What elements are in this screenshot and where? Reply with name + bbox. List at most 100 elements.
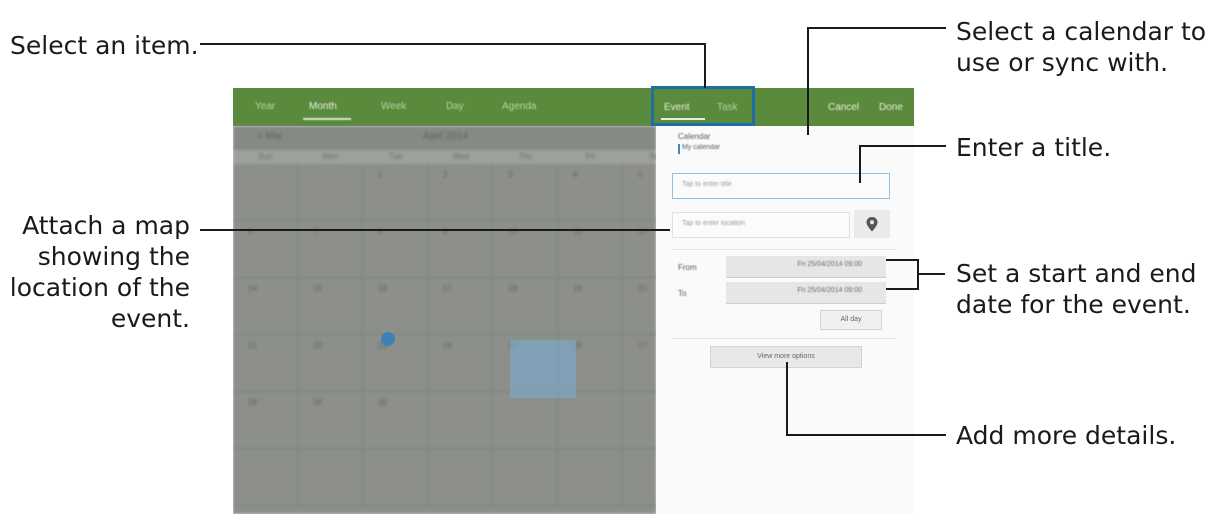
calendar-day-cell[interactable]: 24 <box>428 335 493 392</box>
title-input[interactable]: Tap to enter title <box>672 173 890 199</box>
active-tab-indicator <box>303 118 351 120</box>
calendar-day-cell[interactable]: 4 <box>558 164 623 221</box>
calendar-day-number: 27 <box>638 341 647 350</box>
divider <box>672 249 896 250</box>
calendar-day-cell[interactable]: 30 <box>363 392 428 449</box>
calendar-day-number: 22 <box>313 341 322 350</box>
calendar-day-number: 17 <box>443 284 452 293</box>
calendar-day-number: 3 <box>508 170 513 179</box>
calendar-day-number: 15 <box>313 284 322 293</box>
calendar-day-cell[interactable]: 2 <box>428 164 493 221</box>
weekday-row: Sun Mon Tue Wed Thu Fri Sat <box>233 150 662 164</box>
calendar-day-cell[interactable] <box>298 449 363 506</box>
end-date-button[interactable]: Fri 25/04/2014 09:00 <box>726 282 886 304</box>
calendar-day-number: 20 <box>638 284 647 293</box>
calendar-day-cell[interactable]: 15 <box>298 278 363 335</box>
calendar-day-cell[interactable] <box>233 164 298 221</box>
action-bar: Year Month Week Day Agenda Event Task Ca… <box>233 88 914 126</box>
weekday-label: Sun <box>258 152 273 161</box>
calendar-day-cell[interactable] <box>363 449 428 506</box>
calendar-day-number: 2 <box>443 170 448 179</box>
calendar-day-cell[interactable]: 28 <box>233 392 298 449</box>
callout-attach-map: Attach a map showing the location of the… <box>9 211 190 333</box>
calendar-day-number: 4 <box>573 170 578 179</box>
calendar-selector[interactable]: My calendar <box>682 144 720 151</box>
end-date-value: Fri 25/04/2014 09:00 <box>797 287 862 294</box>
calendar-day-number: 14 <box>248 284 257 293</box>
calendar-day-cell[interactable]: 22 <box>298 335 363 392</box>
calendar-day-cell[interactable] <box>493 449 558 506</box>
calendar-day-cell[interactable] <box>558 449 623 506</box>
calendar-color-marker <box>678 144 680 154</box>
calendar-day-number: 24 <box>443 341 452 350</box>
title-placeholder: Tap to enter title <box>682 181 732 188</box>
calendar-app-screen: Year Month Week Day Agenda Event Task Ca… <box>233 88 914 514</box>
calendar-day-cell[interactable]: 16 <box>363 278 428 335</box>
month-header: < Mar April 2014 <box>233 126 656 150</box>
start-date-value: Fri 25/04/2014 09:00 <box>797 261 862 268</box>
location-input[interactable]: Tap to enter location <box>672 212 850 238</box>
leader-line <box>704 43 706 88</box>
calendar-label: Calendar <box>678 132 711 141</box>
event-task-highlight <box>651 86 755 126</box>
done-button[interactable]: Done <box>879 102 903 113</box>
prev-month-button[interactable]: < Mar <box>257 131 283 142</box>
tab-month[interactable]: Month <box>309 101 337 112</box>
calendar-day-cell[interactable] <box>298 164 363 221</box>
callout-select-calendar: Select a calendar to use or sync with. <box>956 17 1207 77</box>
weekday-label: Wed <box>452 152 469 161</box>
tab-year[interactable]: Year <box>255 101 275 112</box>
month-calendar: < Mar April 2014 Sun Mon Tue Wed Thu Fri… <box>233 126 688 514</box>
calendar-day-cell[interactable]: 17 <box>428 278 493 335</box>
cancel-button[interactable]: Cancel <box>828 102 859 113</box>
callout-select-item: Select an item. <box>10 31 199 60</box>
month-grid: 1234567891011121415161718192021222324252… <box>233 164 688 514</box>
from-label: From <box>678 263 697 272</box>
callout-set-dates: Set a start and end date for the event. <box>956 259 1197 319</box>
month-title: April 2014 <box>423 131 469 142</box>
calendar-day-number: 19 <box>573 284 582 293</box>
leader-line <box>808 27 946 29</box>
today-marker <box>381 332 395 346</box>
calendar-day-cell[interactable]: 21 <box>233 335 298 392</box>
calendar-day-cell[interactable]: 1 <box>363 164 428 221</box>
divider <box>672 338 896 339</box>
calendar-day-number: 18 <box>508 284 517 293</box>
leader-line <box>886 259 918 261</box>
calendar-day-cell[interactable] <box>233 449 298 506</box>
calendar-day-cell[interactable] <box>428 449 493 506</box>
calendar-day-cell[interactable]: 29 <box>298 392 363 449</box>
leader-line <box>200 43 705 45</box>
calendar-day-cell[interactable]: 3 <box>493 164 558 221</box>
weekday-label: Tue <box>388 152 403 161</box>
tab-agenda[interactable]: Agenda <box>502 101 536 112</box>
leader-line <box>860 145 946 147</box>
all-day-toggle[interactable]: All day <box>820 310 882 330</box>
map-button[interactable] <box>854 210 890 238</box>
leader-line <box>886 288 918 290</box>
location-placeholder: Tap to enter location <box>682 220 746 227</box>
callout-add-details: Add more details. <box>956 421 1177 450</box>
calendar-day-cell[interactable] <box>428 392 493 449</box>
calendar-day-number: 1 <box>378 170 383 179</box>
callout-enter-title: Enter a title. <box>956 133 1112 162</box>
calendar-day-number: 28 <box>248 398 257 407</box>
leader-line <box>807 27 809 135</box>
calendar-day-cell[interactable]: 19 <box>558 278 623 335</box>
weekday-label: Fri <box>585 152 596 161</box>
calendar-day-cell[interactable] <box>558 392 623 449</box>
calendar-day-cell[interactable]: 23 <box>363 335 428 392</box>
start-date-button[interactable]: Fri 25/04/2014 09:00 <box>726 256 886 278</box>
tab-week[interactable]: Week <box>381 101 406 112</box>
calendar-day-cell[interactable]: 18 <box>493 278 558 335</box>
calendar-day-cell[interactable]: 14 <box>233 278 298 335</box>
calendar-day-number: 29 <box>313 398 322 407</box>
calendar-day-number: 5 <box>638 170 643 179</box>
calendar-day-number: 16 <box>378 284 387 293</box>
calendar-day-cell[interactable] <box>493 392 558 449</box>
weekday-label: Mon <box>322 152 339 161</box>
leader-line <box>917 273 945 275</box>
tab-day[interactable]: Day <box>446 101 464 112</box>
weekday-label: Thu <box>518 152 533 161</box>
to-label: To <box>678 289 687 298</box>
